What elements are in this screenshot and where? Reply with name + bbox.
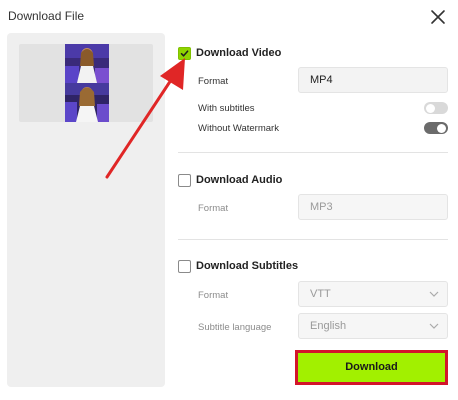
- download-subtitles-checkbox[interactable]: [178, 260, 191, 273]
- subtitle-format-label: Format: [198, 290, 229, 301]
- download-button[interactable]: Download: [295, 350, 448, 385]
- section-divider: [178, 239, 448, 240]
- video-format-field[interactable]: MP4: [298, 67, 448, 93]
- without-watermark-toggle[interactable]: [424, 122, 448, 134]
- with-subtitles-toggle[interactable]: [424, 102, 448, 114]
- download-subtitles-label: Download Subtitles: [196, 260, 299, 272]
- subtitle-format-select[interactable]: VTT: [298, 281, 448, 307]
- audio-format-field[interactable]: MP3: [298, 194, 448, 220]
- chevron-down-icon: [429, 291, 439, 297]
- section-divider: [178, 152, 448, 153]
- dialog-title: Download File: [8, 9, 85, 23]
- toggle-knob: [437, 123, 446, 133]
- toggle-knob: [426, 103, 435, 113]
- subtitle-language-select[interactable]: English: [298, 313, 448, 339]
- annotation-arrow: [105, 58, 185, 179]
- subtitle-language-value: English: [310, 320, 347, 332]
- chevron-down-icon: [429, 323, 439, 329]
- subtitle-format-value: VTT: [310, 288, 331, 300]
- close-icon[interactable]: [429, 8, 447, 26]
- audio-format-label: Format: [198, 203, 229, 214]
- without-watermark-label: Without Watermark: [198, 123, 279, 134]
- subtitle-language-label: Subtitle language: [198, 322, 272, 333]
